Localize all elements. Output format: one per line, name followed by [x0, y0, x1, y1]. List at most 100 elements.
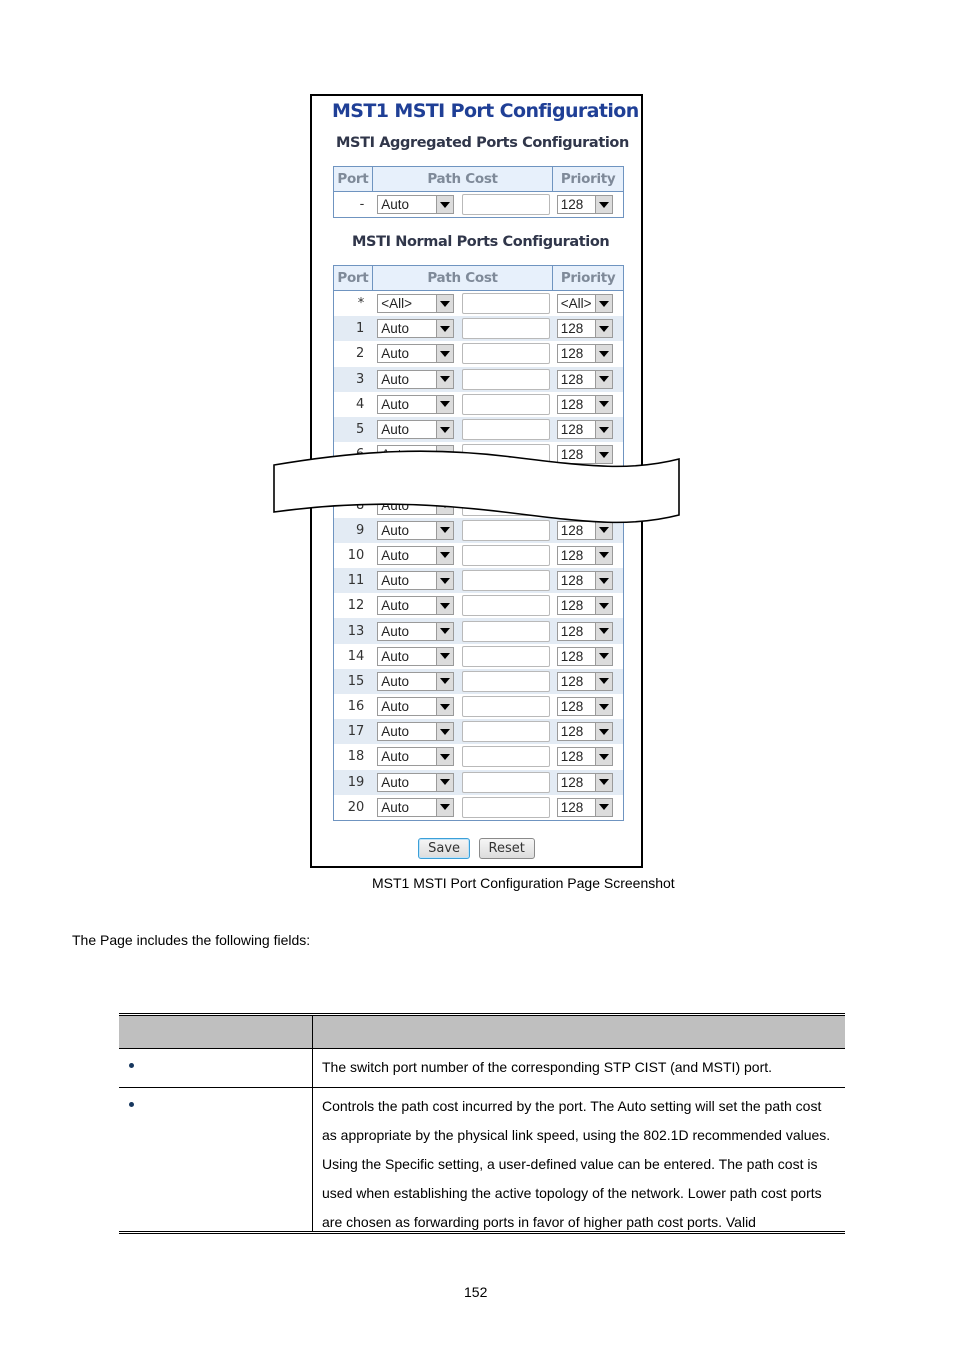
path-cost-select[interactable]: Auto: [377, 722, 455, 742]
priority-select[interactable]: <All>: [556, 294, 613, 314]
table-row: 19 Auto 128: [333, 769, 624, 795]
chevron-down-icon: [436, 723, 454, 741]
port-cell: 1: [333, 316, 373, 342]
chevron-down-icon: [436, 295, 454, 313]
table-row: - Auto 128: [333, 191, 624, 218]
table-row: 15 Auto 128: [333, 668, 624, 694]
priority-select[interactable]: 128: [556, 369, 613, 389]
chevron-down-icon: [594, 597, 612, 615]
priority-select[interactable]: 128: [556, 596, 613, 616]
chevron-down-icon: [436, 421, 454, 439]
path-cost-select[interactable]: Auto: [377, 797, 455, 817]
path-cost-select[interactable]: <All>: [377, 294, 455, 314]
chevron-down-icon: [436, 647, 454, 665]
path-cost-input[interactable]: [462, 620, 551, 642]
path-cost-input[interactable]: [462, 544, 551, 566]
priority-select[interactable]: 128: [556, 722, 613, 742]
path-cost-select[interactable]: Auto: [377, 344, 455, 364]
path-cost-select[interactable]: Auto: [377, 545, 455, 565]
path-cost-select[interactable]: Auto: [377, 394, 455, 414]
path-cost-select[interactable]: Auto: [377, 772, 455, 792]
priority-select[interactable]: 128: [556, 394, 613, 414]
chevron-down-icon: [436, 748, 454, 766]
table-row: 14 Auto 128: [333, 643, 624, 669]
path-cost-input[interactable]: [462, 670, 551, 692]
col-port: Port: [333, 265, 373, 291]
priority-select[interactable]: 128: [556, 772, 613, 792]
port-cell: 19: [333, 769, 373, 795]
chevron-down-icon: [436, 622, 454, 640]
path-cost-input[interactable]: [462, 595, 551, 617]
path-cost-input[interactable]: [462, 645, 551, 667]
priority-select[interactable]: 128: [556, 646, 613, 666]
table-row: 10 Auto 128: [333, 542, 624, 569]
path-cost-input[interactable]: [462, 721, 551, 743]
priority-select[interactable]: 128: [556, 571, 613, 591]
chevron-down-icon: [436, 320, 454, 338]
normal-heading: MSTI Normal Ports Configuration: [352, 234, 610, 250]
path-cost-select[interactable]: Auto: [377, 747, 455, 767]
chevron-down-icon: [594, 622, 612, 640]
table-row: The switch port number of the correspond…: [119, 1049, 845, 1088]
path-cost-input[interactable]: [462, 746, 551, 768]
path-cost-select[interactable]: Auto: [377, 646, 455, 666]
path-cost-input[interactable]: [462, 393, 551, 415]
path-cost-input[interactable]: [462, 368, 551, 390]
path-cost-select[interactable]: Auto: [377, 319, 455, 339]
path-cost-input[interactable]: [462, 318, 551, 340]
field-description: The switch port number of the correspond…: [322, 1059, 773, 1075]
priority-select[interactable]: 128: [556, 344, 613, 364]
path-cost-input[interactable]: [462, 696, 551, 718]
path-cost-input[interactable]: [462, 343, 551, 365]
chevron-down-icon: [436, 798, 454, 816]
port-cell: -: [333, 191, 373, 218]
path-cost-input[interactable]: [462, 796, 551, 818]
port-cell: 16: [333, 694, 373, 720]
path-cost-input[interactable]: [462, 419, 551, 441]
table-row: 1 Auto 128: [333, 316, 624, 342]
chevron-down-icon: [594, 421, 612, 439]
priority-select[interactable]: 128: [556, 671, 613, 691]
port-cell: *: [333, 290, 373, 317]
priority-select[interactable]: 128: [556, 697, 613, 717]
path-cost-select[interactable]: Auto: [377, 420, 455, 440]
priority-select[interactable]: 128: [556, 319, 613, 339]
chevron-down-icon: [594, 798, 612, 816]
priority-select[interactable]: 128: [556, 747, 613, 767]
chevron-down-icon: [594, 672, 612, 690]
chevron-down-icon: [594, 546, 612, 564]
path-cost-select[interactable]: Auto: [377, 697, 455, 717]
port-cell: 20: [333, 794, 373, 821]
port-cell: 4: [333, 391, 373, 417]
port-cell: 15: [333, 668, 373, 694]
save-button[interactable]: Save: [418, 838, 471, 859]
path-cost-select[interactable]: Auto: [377, 621, 455, 641]
path-cost-select[interactable]: Auto: [377, 571, 455, 591]
chevron-down-icon: [594, 572, 612, 590]
port-cell: 2: [333, 341, 373, 367]
chevron-down-icon: [594, 320, 612, 338]
chevron-down-icon: [594, 748, 612, 766]
reset-button[interactable]: Reset: [478, 838, 535, 859]
table-row: Controls the path cost incurred by the p…: [119, 1088, 845, 1234]
port-cell: 18: [333, 744, 373, 770]
path-cost-input[interactable]: [462, 293, 551, 315]
port-cell: 13: [333, 618, 373, 644]
priority-select[interactable]: 128: [556, 195, 613, 215]
table-row: 12 Auto 128: [333, 593, 624, 619]
port-cell: 5: [333, 416, 373, 443]
path-cost-input[interactable]: [462, 570, 551, 592]
priority-select[interactable]: 128: [556, 420, 613, 440]
priority-select[interactable]: 128: [556, 797, 613, 817]
priority-select[interactable]: 128: [556, 621, 613, 641]
table-row: * <All> <All>: [333, 290, 624, 317]
table-row: 5 Auto 128: [333, 416, 624, 443]
path-cost-input[interactable]: [462, 194, 551, 216]
path-cost-select[interactable]: Auto: [377, 671, 455, 691]
page-number: 152: [464, 1284, 488, 1300]
path-cost-select[interactable]: Auto: [377, 195, 455, 215]
priority-select[interactable]: 128: [556, 545, 613, 565]
path-cost-input[interactable]: [462, 771, 551, 793]
path-cost-select[interactable]: Auto: [377, 596, 455, 616]
path-cost-select[interactable]: Auto: [377, 369, 455, 389]
